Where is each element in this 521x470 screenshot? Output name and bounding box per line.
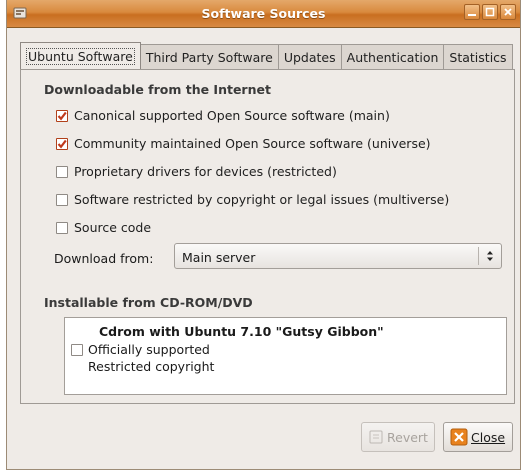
checkmark-icon	[57, 111, 67, 121]
close-icon	[450, 428, 468, 446]
checkmark-icon	[57, 139, 67, 149]
download-server-select[interactable]: Main server	[174, 243, 502, 269]
option-source-code-label: Source code	[74, 220, 152, 235]
download-from-label: Download from:	[54, 251, 154, 266]
minimize-icon	[468, 14, 476, 16]
software-sources-window: Software Sources Ubuntu Software Third P…	[6, 0, 521, 470]
window-title: Software Sources	[201, 6, 326, 21]
revert-icon	[368, 429, 384, 445]
cdrom-list: Cdrom with Ubuntu 7.10 "Gutsy Gibbon" Of…	[64, 317, 507, 395]
checkbox-main[interactable]	[56, 109, 68, 122]
option-universe[interactable]: Community maintained Open Source softwar…	[56, 136, 431, 151]
option-multiverse-label: Software restricted by copyright or lega…	[74, 192, 450, 207]
checkbox-cdrom[interactable]	[71, 344, 83, 356]
tab-panel-ubuntu-software: Downloadable from the Internet Canonical…	[20, 69, 515, 404]
revert-button[interactable]: Revert	[361, 422, 435, 452]
tab-label: Statistics	[449, 49, 507, 65]
tab-ubuntu-software[interactable]: Ubuntu Software	[20, 42, 141, 69]
option-source-code[interactable]: Source code	[56, 220, 151, 235]
tab-label: Updates	[283, 49, 336, 65]
cdrom-item-support: Officially supported	[88, 342, 210, 357]
internet-section-heading: Downloadable from the Internet	[44, 82, 271, 97]
tab-statistics[interactable]: Statistics	[443, 44, 513, 69]
close-button[interactable]: Close	[443, 422, 513, 452]
checkbox-multiverse[interactable]	[56, 193, 68, 206]
download-server-value: Main server	[182, 250, 256, 265]
cdrom-item-title: Cdrom with Ubuntu 7.10 "Gutsy Gibbon"	[99, 324, 384, 339]
tab-label: Third Party Software	[145, 49, 273, 65]
revert-label: Revert	[387, 429, 428, 445]
close-window-button[interactable]	[500, 4, 516, 20]
minimize-button[interactable]	[464, 4, 480, 20]
checkbox-universe[interactable]	[56, 137, 68, 150]
tab-third-party-software[interactable]: Third Party Software	[139, 44, 279, 69]
combo-separator	[478, 247, 479, 265]
option-main[interactable]: Canonical supported Open Source software…	[56, 108, 390, 123]
tab-bar: Ubuntu Software Third Party Software Upd…	[20, 42, 513, 70]
close-label: Close	[471, 429, 506, 445]
tab-updates[interactable]: Updates	[277, 44, 342, 69]
cdrom-item-copyright: Restricted copyright	[88, 359, 215, 374]
updown-arrows-icon	[485, 249, 495, 266]
checkbox-restricted[interactable]	[56, 165, 68, 178]
option-multiverse[interactable]: Software restricted by copyright or lega…	[56, 192, 449, 207]
checkbox-source-code[interactable]	[56, 221, 68, 234]
tab-label: Ubuntu Software	[26, 47, 135, 65]
title-bar[interactable]: Software Sources	[7, 0, 520, 28]
cdrom-section-heading: Installable from CD-ROM/DVD	[44, 295, 253, 310]
option-universe-label: Community maintained Open Source softwar…	[74, 136, 431, 151]
maximize-button[interactable]	[482, 4, 498, 20]
close-icon	[504, 8, 512, 16]
option-main-label: Canonical supported Open Source software…	[74, 108, 390, 123]
option-restricted-label: Proprietary drivers for devices (restric…	[74, 164, 337, 179]
maximize-icon	[485, 7, 495, 17]
tab-label: Authentication	[346, 49, 439, 65]
tab-authentication[interactable]: Authentication	[340, 44, 445, 69]
option-restricted[interactable]: Proprietary drivers for devices (restric…	[56, 164, 337, 179]
